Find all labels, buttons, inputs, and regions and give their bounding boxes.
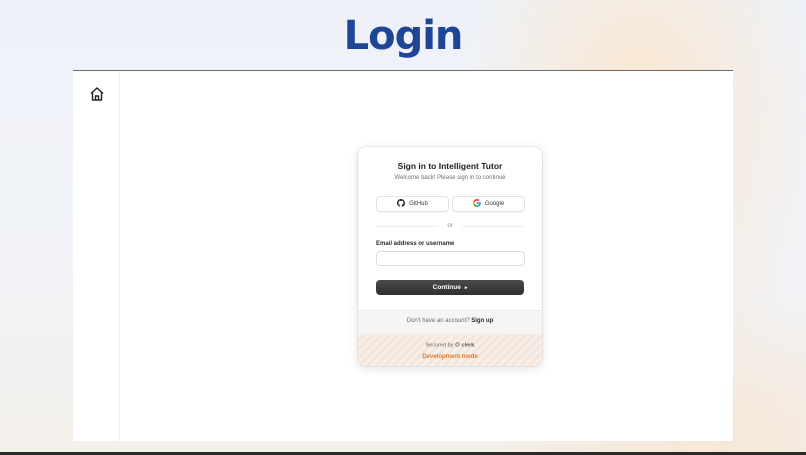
dev-mode-label: Development mode: [422, 354, 478, 360]
clerk-brand: clerk: [461, 342, 475, 349]
signin-title: Sign in to Intelligent Tutor: [397, 161, 503, 171]
github-icon: [397, 199, 406, 209]
continue-label: Continue: [432, 284, 461, 291]
dev-mode-banner: Secured by clerk Development mode: [358, 334, 542, 366]
google-icon: [472, 199, 481, 209]
divider-line-right: [462, 226, 524, 227]
signin-subtitle: Welcome back! Please sign in to continue: [394, 175, 506, 181]
card-footer: Don't have an account? Sign up Secured b…: [358, 310, 542, 366]
email-field[interactable]: [376, 251, 525, 266]
signup-prompt: Don't have an account?: [406, 318, 470, 324]
google-button[interactable]: Google: [452, 196, 525, 212]
arrow-right-icon: ▸: [464, 284, 468, 291]
secured-by-text: Secured by: [425, 342, 454, 349]
continue-button[interactable]: Continue ▸: [376, 280, 524, 295]
google-label: Google: [484, 201, 505, 207]
secured-by: Secured by clerk: [358, 342, 542, 349]
home-icon[interactable]: [89, 86, 105, 102]
signin-card: Sign in to Intelligent Tutor Welcome bac…: [358, 147, 542, 366]
sidebar: [73, 71, 120, 441]
page-title: Login: [343, 13, 464, 59]
app-window: Sign in to Intelligent Tutor Welcome bac…: [73, 70, 733, 441]
or-divider: or: [376, 221, 524, 231]
github-button[interactable]: GitHub: [376, 196, 449, 212]
github-label: GitHub: [409, 201, 428, 207]
signup-link[interactable]: Sign up: [471, 318, 493, 324]
email-label: Email address or username: [376, 241, 455, 247]
signup-row: Don't have an account? Sign up: [358, 318, 542, 324]
